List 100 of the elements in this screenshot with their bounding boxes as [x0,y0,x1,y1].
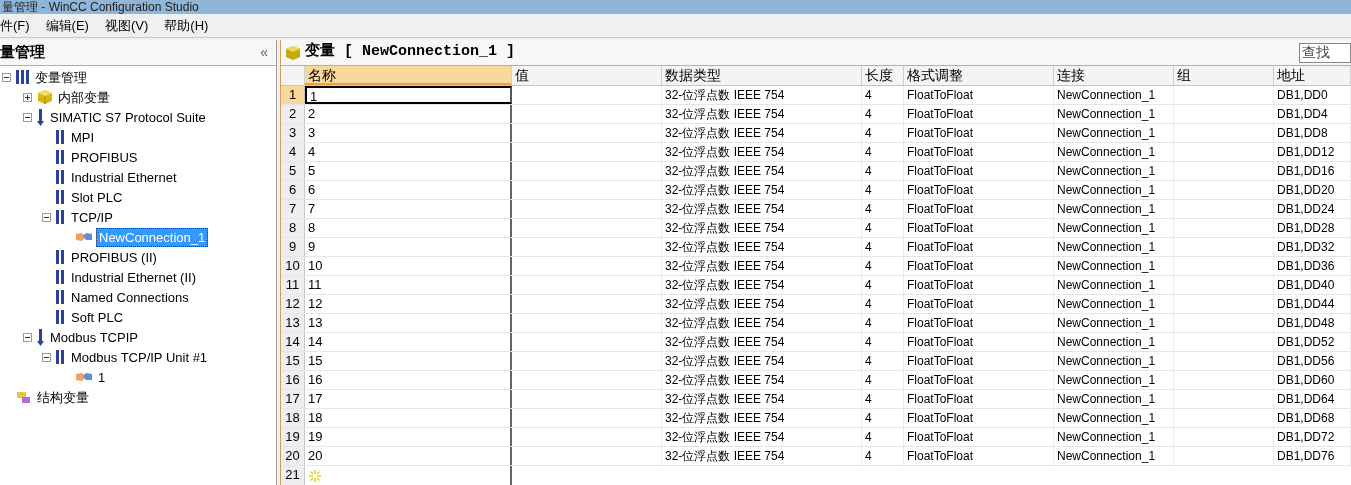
table-cell: DB1,DD8 [1274,124,1351,142]
table-cell: FloatToFloat [904,257,1054,275]
column-header[interactable]: 值 [512,66,662,85]
table-cell: FloatToFloat [904,390,1054,408]
row-header[interactable]: 1 [281,86,305,104]
row-header[interactable]: 13 [281,314,305,332]
tree-item[interactable]: MPI [69,128,97,146]
tree-item[interactable]: Industrial Ethernet [69,168,179,186]
column-header[interactable]: 格式调整 [904,66,1054,85]
column-header[interactable]: 名称 [305,66,512,85]
table-cell: NewConnection_1 [1054,295,1174,313]
column-header[interactable]: 组 [1174,66,1274,85]
table-cell: 32-位浮点数 IEEE 754 [662,409,862,427]
table-cell: DB1,DD16 [1274,162,1351,180]
tree-item[interactable]: Named Connections [69,288,191,306]
table-cell: 32-位浮点数 IEEE 754 [662,143,862,161]
tree-item[interactable]: Slot PLC [69,188,125,206]
collapse-icon[interactable] [42,212,51,222]
row-header[interactable]: 6 [281,181,305,199]
row-header[interactable]: 9 [281,238,305,256]
tree-item[interactable]: Industrial Ethernet (II) [69,268,198,286]
search-field[interactable]: 查找 [1299,42,1351,63]
table-cell: 4 [862,238,904,256]
bars-icon [56,209,66,225]
row-header[interactable]: 3 [281,124,305,142]
tree-item[interactable]: SIMATIC S7 Protocol Suite [48,108,208,126]
row-header[interactable]: 5 [281,162,305,180]
table-cell: FloatToFloat [904,352,1054,370]
row-header[interactable]: 15 [281,352,305,370]
row-header[interactable]: 12 [281,295,305,313]
column-header[interactable]: 长度 [862,66,904,85]
table-cell: 10 [305,257,512,275]
table-cell: NewConnection_1 [1054,124,1174,142]
row-header[interactable]: 17 [281,390,305,408]
collapse-icon[interactable] [23,332,32,342]
table-cell: 32-位浮点数 IEEE 754 [662,257,862,275]
table-cell: NewConnection_1 [1054,238,1174,256]
tree-item[interactable]: PROFIBUS (II) [69,248,159,266]
row-header[interactable]: 7 [281,200,305,218]
row-header[interactable]: 8 [281,219,305,237]
tree-item[interactable]: TCP/IP [69,208,115,226]
row-header[interactable]: 4 [281,143,305,161]
table-cell: 32-位浮点数 IEEE 754 [662,390,862,408]
row-header[interactable]: 11 [281,276,305,294]
table-cell: FloatToFloat [904,333,1054,351]
row-header[interactable]: 14 [281,333,305,351]
table-cell: 8 [305,219,512,237]
menu-item[interactable]: 编辑(E) [37,15,97,36]
column-header[interactable]: 连接 [1054,66,1174,85]
table-cell: 4 [862,390,904,408]
table-cell: 4 [862,352,904,370]
table-cell: DB1,DD20 [1274,181,1351,199]
expand-icon[interactable] [23,92,32,102]
bars-icon [56,169,66,185]
table-cell: 5 [305,162,512,180]
collapse-icon[interactable] [42,352,51,362]
cube-icon [285,44,301,61]
table-cell: DB1,DD36 [1274,257,1351,275]
row-header[interactable]: 21 [281,466,305,485]
table-cell: 32-位浮点数 IEEE 754 [662,105,862,123]
bars-icon [56,289,66,305]
table-cell: NewConnection_1 [1054,143,1174,161]
collapse-button[interactable]: « [252,42,276,63]
row-header[interactable]: 16 [281,371,305,389]
row-header[interactable]: 20 [281,447,305,465]
row-header[interactable]: 10 [281,257,305,275]
table-cell: 4 [862,276,904,294]
table-cell: 4 [862,428,904,446]
collapse-icon[interactable] [2,72,11,82]
table-cell: FloatToFloat [904,105,1054,123]
tree-item[interactable]: 变量管理 [33,68,89,86]
table-cell: 6 [305,181,512,199]
table-cell: 4 [862,105,904,123]
tree-item[interactable]: 1 [96,368,108,386]
column-header[interactable]: 地址 [1274,66,1351,85]
table-cell: FloatToFloat [904,428,1054,446]
table-cell: 32-位浮点数 IEEE 754 [662,238,862,256]
menu-item[interactable]: 视图(V) [96,15,157,36]
tree-item[interactable]: Soft PLC [69,308,126,326]
row-header[interactable]: 2 [281,105,305,123]
table-cell: FloatToFloat [904,181,1054,199]
table-cell: FloatToFloat [904,447,1054,465]
table-cell: FloatToFloat [904,276,1054,294]
bars-icon [56,129,66,145]
menu-item[interactable]: 帮助(H) [156,15,217,36]
bars-icon [56,349,66,365]
table-cell: 20 [305,447,512,465]
row-header[interactable]: 18 [281,409,305,427]
tree-item[interactable]: Modbus TCPIP [48,328,140,346]
row-header[interactable]: 19 [281,428,305,446]
tree-item[interactable]: 结构变量 [35,388,91,406]
window-title: 量管理 - WinCC Configuration Studio [1,0,199,14]
table-cell: NewConnection_1 [1054,276,1174,294]
collapse-icon[interactable] [23,112,32,122]
tree-item[interactable]: Modbus TCP/IP Unit #1 [69,348,210,366]
tree-item[interactable]: PROFIBUS [69,148,140,166]
tree-item[interactable]: 内部变量 [56,88,112,106]
bar-icon [37,108,45,126]
column-header[interactable]: 数据类型 [662,66,862,85]
menu-item[interactable]: 件(F) [0,15,38,36]
